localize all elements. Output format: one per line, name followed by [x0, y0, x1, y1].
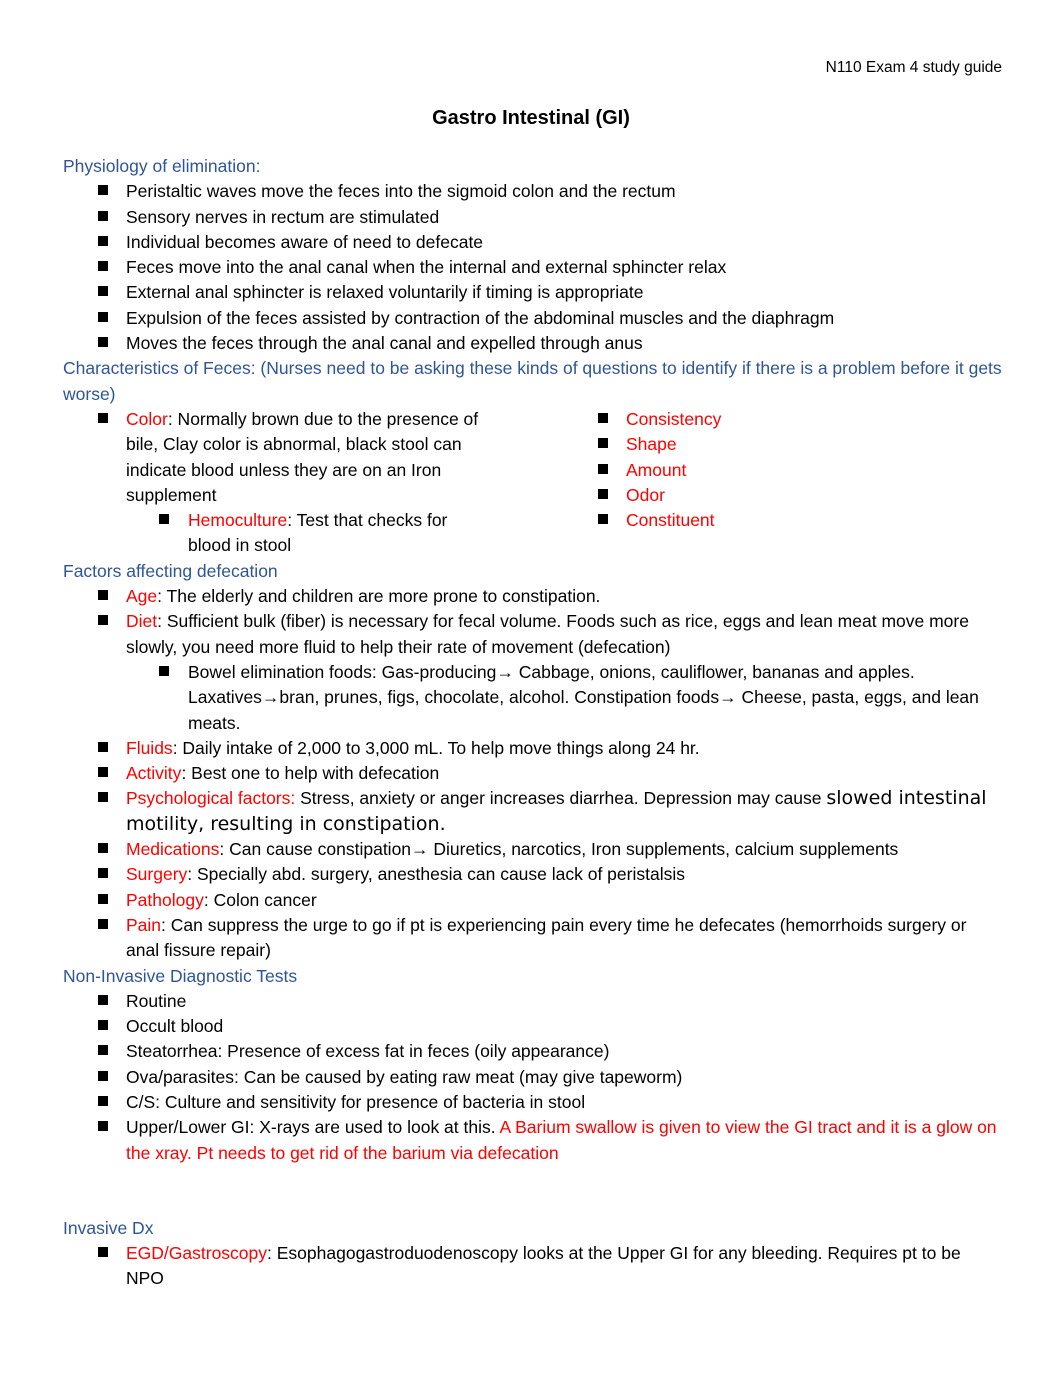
- square-bullet-icon: [98, 1045, 108, 1056]
- square-bullet-icon: [98, 311, 108, 322]
- square-bullet-icon: [98, 185, 108, 196]
- list-item: Ova/parasites: Can be caused by eating r…: [63, 1065, 1003, 1090]
- square-bullet-icon: [98, 590, 108, 601]
- list-item: C/S: Culture and sensitivity for presenc…: [63, 1090, 1003, 1115]
- square-bullet-icon: [598, 514, 608, 525]
- section-heading-invasive: Invasive Dx: [63, 1217, 154, 1238]
- square-bullet-icon: [98, 1121, 108, 1132]
- square-bullet-icon: [98, 210, 108, 221]
- list-item: Peristaltic waves move the feces into th…: [63, 179, 1003, 204]
- list-item-diet: Diet: Sufficient bulk (fiber) is necessa…: [63, 609, 1003, 660]
- square-bullet-icon: [98, 261, 108, 272]
- list-item-age: Age: The elderly and children are more p…: [63, 584, 1003, 609]
- characteristics-right-column: Consistency Shape Amount Odor Constituen…: [563, 407, 1003, 559]
- page-header: N110 Exam 4 study guide: [825, 59, 1002, 76]
- document-title: Gastro Intestinal (GI): [432, 107, 630, 129]
- list-item: Moves the feces through the anal canal a…: [63, 331, 1003, 356]
- section-heading-physiology: Physiology of elimination:: [63, 156, 261, 176]
- list-item-upper-lower-gi: Upper/Lower GI: X-rays are used to look …: [63, 1115, 1003, 1166]
- list-item-psychological: Psychological factors: Stress, anxiety o…: [63, 786, 1003, 837]
- square-bullet-icon: [98, 994, 108, 1005]
- section-heading-characteristics: Characteristics of Feces: (Nurses need t…: [63, 358, 1002, 404]
- square-bullet-icon: [98, 741, 108, 752]
- list-item: Individual becomes aware of need to defe…: [63, 230, 1003, 255]
- invasive-list: EGD/Gastroscopy: Esophagogastroduodenosc…: [63, 1241, 1003, 1292]
- list-item-activity: Activity: Best one to help with defecati…: [63, 761, 1003, 786]
- noninvasive-list: Routine Occult blood Steatorrhea: Presen…: [63, 989, 1003, 1166]
- list-item: Steatorrhea: Presence of excess fat in f…: [63, 1039, 1003, 1064]
- list-item-diet-foods: Bowel elimination foods: Gas-producing→ …: [63, 660, 1003, 736]
- list-item: Sensory nerves in rectum are stimulated: [63, 205, 1003, 230]
- list-item-surgery: Surgery: Specially abd. surgery, anesthe…: [63, 862, 1003, 887]
- section-heading-noninvasive: Non-Invasive Diagnostic Tests: [63, 965, 298, 986]
- list-item: Constituent: [63, 508, 1003, 533]
- list-item-fluids: Fluids: Daily intake of 2,000 to 3,000 m…: [63, 736, 1003, 761]
- characteristics-columns: Color: Normally brown due to the presenc…: [63, 407, 1003, 559]
- factors-list: Age: The elderly and children are more p…: [63, 584, 1003, 963]
- square-bullet-icon: [98, 337, 108, 348]
- square-bullet-icon: [98, 843, 108, 854]
- square-bullet-icon: [598, 412, 608, 423]
- square-bullet-icon: [98, 1095, 108, 1106]
- list-item-pain: Pain: Can suppress the urge to go if pt …: [63, 913, 1003, 964]
- square-bullet-icon: [98, 615, 108, 626]
- square-bullet-icon: [598, 463, 608, 474]
- square-bullet-icon: [98, 1247, 108, 1258]
- square-bullet-icon: [98, 792, 108, 803]
- list-item-pathology: Pathology: Colon cancer: [63, 888, 1003, 913]
- list-item: Odor: [63, 483, 1003, 508]
- blank-space: [63, 1166, 1003, 1216]
- list-item-egd: EGD/Gastroscopy: Esophagogastroduodenosc…: [63, 1241, 1003, 1292]
- square-bullet-icon: [98, 767, 108, 778]
- square-bullet-icon: [598, 438, 608, 449]
- physiology-list: Peristaltic waves move the feces into th…: [63, 179, 1003, 356]
- section-heading-factors: Factors affecting defecation: [63, 560, 278, 581]
- square-bullet-icon: [98, 286, 108, 297]
- list-item: Amount: [63, 458, 1003, 483]
- list-item: Shape: [63, 432, 1003, 457]
- list-item: Occult blood: [63, 1014, 1003, 1039]
- document-body: Physiology of elimination: Peristaltic w…: [63, 154, 1003, 1292]
- list-item: Routine: [63, 989, 1003, 1014]
- square-bullet-icon: [98, 893, 108, 904]
- square-bullet-icon: [598, 488, 608, 499]
- square-bullet-icon: [98, 1020, 108, 1031]
- list-item: Feces move into the anal canal when the …: [63, 255, 1003, 280]
- square-bullet-icon: [98, 1070, 108, 1081]
- list-item: External anal sphincter is relaxed volun…: [63, 280, 1003, 305]
- square-bullet-icon: [98, 235, 108, 246]
- square-bullet-icon: [98, 868, 108, 879]
- list-item: Expulsion of the feces assisted by contr…: [63, 306, 1003, 331]
- list-item-medications: Medications: Can cause constipation→ Diu…: [63, 837, 1003, 862]
- square-bullet-icon: [98, 918, 108, 929]
- list-item: Consistency: [63, 407, 1003, 432]
- square-bullet-icon: [159, 665, 169, 676]
